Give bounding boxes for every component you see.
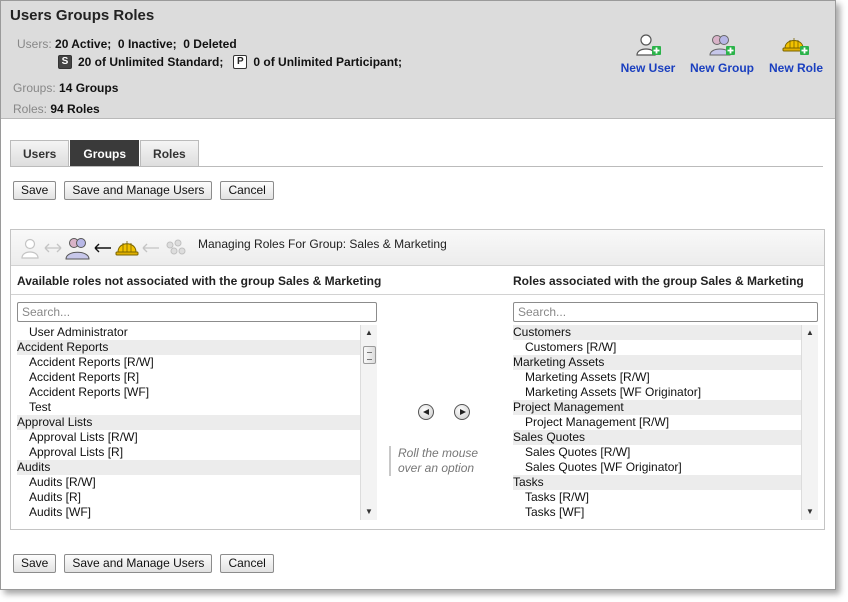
save-button[interactable]: Save	[13, 554, 57, 573]
available-scrollbar[interactable]: ▲ ▼	[360, 325, 377, 520]
groups-stat-value: 14 Groups	[59, 81, 119, 95]
associated-roles-list[interactable]: Customers Customers [R/W] Marketing Assets…	[513, 325, 818, 520]
list-group-header: Customers	[513, 325, 818, 340]
list-group-header: Audits	[17, 460, 377, 475]
list-item[interactable]: Audits [R]	[17, 490, 377, 505]
new-group-icon	[709, 35, 735, 56]
relationship-flow	[19, 236, 189, 260]
scroll-thumb[interactable]	[363, 346, 376, 364]
arrow-left-icon	[94, 243, 111, 253]
top-button-row: Save Save and Manage Users Cancel	[13, 181, 274, 200]
list-item[interactable]: Project Management [R/W]	[513, 415, 818, 430]
groups-stat-label: Groups:	[13, 81, 56, 95]
list-item[interactable]: Approval Lists [R]	[17, 445, 377, 460]
scroll-down-icon[interactable]: ▼	[361, 504, 377, 520]
list-item[interactable]: Accident Reports [R/W]	[17, 355, 377, 370]
roles-stat-label: Roles:	[13, 102, 48, 116]
scroll-up-icon[interactable]: ▲	[802, 325, 818, 341]
group-icon	[65, 238, 90, 260]
list-item[interactable]: Sales Quotes [WF Originator]	[513, 460, 818, 475]
list-item[interactable]: Audits [WF]	[17, 505, 377, 520]
associated-roles-heading: Roles associated with the group Sales & …	[513, 274, 804, 288]
new-group-label: New Group	[690, 61, 755, 75]
manage-roles-panel: Managing Roles For Group: Sales & Market…	[10, 229, 825, 530]
tab-divider	[10, 166, 823, 167]
list-item[interactable]: Marketing Assets [WF Originator]	[513, 385, 818, 400]
tab-groups[interactable]: Groups	[70, 140, 140, 166]
associated-search-input[interactable]	[513, 302, 818, 322]
list-group-header: Project Management	[513, 400, 818, 415]
panel-header: Managing Roles For Group: Sales & Market…	[11, 230, 824, 266]
move-right-button[interactable]	[454, 404, 470, 420]
associated-roles-items: Customers Customers [R/W] Marketing Assets…	[513, 325, 818, 520]
list-item[interactable]: Customers [R/W]	[513, 340, 818, 355]
participant-license-icon: P	[233, 55, 248, 69]
double-arrow-faded-icon	[44, 243, 62, 253]
list-item[interactable]: Tasks [R/W]	[513, 490, 818, 505]
users-stat-label: Users:	[17, 37, 52, 51]
standard-license-icon: S	[58, 55, 72, 69]
list-item[interactable]: Approval Lists [R/W]	[17, 430, 377, 445]
scroll-up-icon[interactable]: ▲	[361, 325, 377, 341]
users-groups-roles-window: Users Groups Roles Users: 20 Active; 0 I…	[0, 0, 836, 590]
users-stat-value: 20 Active; 0 Inactive; 0 Deleted	[55, 37, 237, 51]
role-icon	[115, 241, 139, 256]
save-button[interactable]: Save	[13, 181, 57, 200]
available-search-input[interactable]	[17, 302, 377, 322]
groups-stat: Groups: 14 Groups	[13, 81, 118, 95]
panel-title: Managing Roles For Group: Sales & Market…	[198, 237, 447, 251]
available-roles-heading: Available roles not associated with the …	[17, 274, 382, 288]
tab-users[interactable]: Users	[10, 140, 70, 166]
standard-license-value: 20 of Unlimited Standard;	[78, 55, 224, 69]
available-roles-list[interactable]: User Administrator Accident Reports Accide…	[17, 325, 377, 520]
page-title: Users Groups Roles	[10, 7, 155, 24]
cancel-button[interactable]: Cancel	[220, 554, 274, 573]
list-item[interactable]: User Administrator	[17, 325, 377, 340]
list-item[interactable]: Accident Reports [R]	[17, 370, 377, 385]
column-divider	[11, 294, 824, 295]
cancel-button[interactable]: Cancel	[220, 181, 274, 200]
list-item[interactable]: Marketing Assets [R/W]	[513, 370, 818, 385]
move-left-button[interactable]	[418, 404, 434, 420]
list-group-header: Accident Reports	[17, 340, 377, 355]
save-and-manage-users-button[interactable]: Save and Manage Users	[64, 554, 213, 573]
users-stat: Users: 20 Active; 0 Inactive; 0 Deleted	[17, 37, 237, 51]
tab-roles[interactable]: Roles	[140, 140, 199, 166]
new-role-label: New Role	[768, 61, 823, 75]
new-user-label: New User	[620, 61, 676, 75]
scroll-down-icon[interactable]: ▼	[802, 504, 818, 520]
list-group-header: Marketing Assets	[513, 355, 818, 370]
move-buttons	[418, 404, 470, 420]
participant-license-value: 0 of Unlimited Participant;	[253, 55, 403, 69]
main-tabs: Users Groups Roles	[10, 140, 200, 166]
new-user-icon	[636, 34, 661, 56]
new-role-button[interactable]: New Role	[767, 33, 825, 75]
summary-header: Users Groups Roles Users: 20 Active; 0 I…	[1, 1, 835, 119]
list-group-header: Tasks	[513, 475, 818, 490]
new-group-button[interactable]: New Group	[690, 33, 754, 75]
roles-stat: Roles: 94 Roles	[13, 102, 100, 116]
associated-scrollbar[interactable]: ▲ ▼	[801, 325, 818, 520]
list-group-header: Approval Lists	[17, 415, 377, 430]
arrow-left-faded-icon	[142, 243, 159, 253]
list-item[interactable]: Accident Reports [WF]	[17, 385, 377, 400]
list-item[interactable]: Audits [R/W]	[17, 475, 377, 490]
save-and-manage-users-button[interactable]: Save and Manage Users	[64, 181, 213, 200]
license-stat: S 20 of Unlimited Standard; P 0 of Unlim…	[58, 55, 402, 69]
list-group-header: Sales Quotes	[513, 430, 818, 445]
hover-hint: Roll the mouse over an option	[389, 446, 499, 476]
new-role-icon	[782, 38, 809, 55]
list-item[interactable]: Test	[17, 400, 377, 415]
available-roles-items: User Administrator Accident Reports Accide…	[17, 325, 377, 520]
new-user-button[interactable]: New User	[620, 33, 676, 75]
list-item[interactable]: Tasks [WF]	[513, 505, 818, 520]
user-faded-icon	[21, 238, 39, 259]
permissions-faded-icon	[166, 239, 186, 255]
roles-stat-value: 94 Roles	[50, 102, 100, 116]
list-item[interactable]: Sales Quotes [R/W]	[513, 445, 818, 460]
bottom-button-row: Save Save and Manage Users Cancel	[13, 554, 274, 573]
